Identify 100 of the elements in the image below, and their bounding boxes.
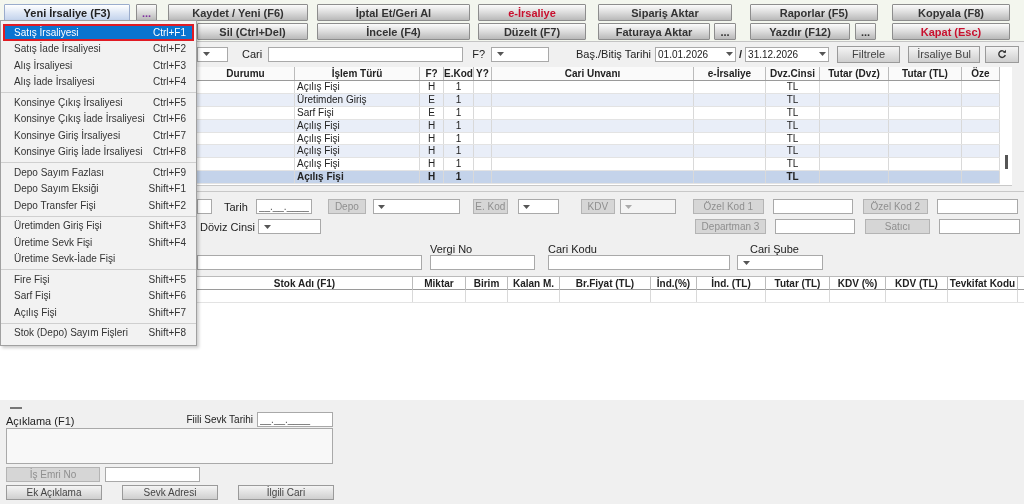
- column-header[interactable]: İşlem Türü: [295, 67, 420, 80]
- column-header[interactable]: Br.Fiyat (TL): [560, 277, 651, 290]
- table-row[interactable]: Açılış Fişi H 1 TL: [197, 171, 1000, 185]
- dropdown[interactable]: 31.12.2026: [745, 46, 830, 62]
- toolbar-button[interactable]: İncele (F4): [317, 23, 470, 40]
- filter-button[interactable]: Filtrele: [837, 45, 901, 63]
- menu-item[interactable]: Açılış Fişi Shift+F7: [3, 304, 194, 321]
- table-cell: H: [420, 81, 444, 93]
- input-field[interactable]: [548, 255, 730, 270]
- dropdown[interactable]: [258, 219, 321, 234]
- footer-button[interactable]: İlgili Cari: [238, 485, 334, 500]
- column-header[interactable]: İnd. (TL): [697, 277, 766, 290]
- toolbar-button[interactable]: Sil (Ctrl+Del): [197, 23, 308, 40]
- input-field[interactable]: [197, 255, 422, 270]
- toolbar-button[interactable]: Raporlar (F5): [750, 4, 878, 21]
- table-cell: TL: [766, 81, 820, 93]
- table-cell: E: [420, 106, 444, 119]
- table-cell: 1: [444, 81, 474, 93]
- column-header[interactable]: F?: [420, 67, 444, 80]
- input-field[interactable]: [775, 219, 855, 234]
- menu-item[interactable]: Alış İade İrsaliyesi Ctrl+F4: [3, 73, 194, 90]
- input-field[interactable]: [772, 199, 853, 214]
- menu-item[interactable]: Fire Fişi Shift+F5: [3, 271, 194, 288]
- table-cell: Açılış Fişi: [295, 171, 420, 184]
- menu-item[interactable]: Depo Transfer Fişi Shift+F2: [3, 197, 194, 214]
- menu-item[interactable]: Alış İrsaliyesi Ctrl+F3: [3, 57, 194, 74]
- date-field[interactable]: __.__.____: [255, 199, 312, 214]
- menu-item[interactable]: Stok (Depo) Sayım Fişleri Shift+F8: [3, 324, 194, 341]
- dropdown[interactable]: [197, 46, 228, 62]
- column-header[interactable]: KDV (%): [830, 277, 886, 290]
- column-header[interactable]: Dvz.Cinsi: [766, 67, 820, 80]
- field-label: Fiili Sevk Tarihi: [186, 414, 253, 425]
- menu-item[interactable]: Sarf Fişi Shift+F6: [3, 287, 194, 304]
- note-field[interactable]: [6, 428, 333, 464]
- menu-item[interactable]: Üretime Sevk-İade Fişi: [3, 250, 194, 267]
- column-header[interactable]: Miktar: [413, 277, 466, 290]
- field-label: Cari: [242, 48, 263, 60]
- footer-button[interactable]: Sevk Adresi: [122, 485, 218, 500]
- table-cell: 1: [444, 171, 474, 184]
- column-header[interactable]: Tutar (TL): [766, 277, 830, 290]
- menu-item[interactable]: Konsinye Giriş İrsaliyesi Ctrl+F7: [3, 127, 194, 144]
- menu-item[interactable]: Depo Sayım Eksiği Shift+F1: [3, 180, 194, 197]
- input-field[interactable]: [105, 467, 200, 482]
- column-header[interactable]: Cari Unvanı: [492, 67, 694, 80]
- toolbar-button[interactable]: İptal Et/Geri Al: [317, 4, 470, 21]
- toolbar-button[interactable]: Kapat (Esc): [892, 23, 1010, 40]
- input-field[interactable]: [936, 199, 1018, 214]
- refresh-button[interactable]: [985, 45, 1020, 63]
- toolbar-button[interactable]: ...: [855, 23, 876, 40]
- dropdown[interactable]: [491, 46, 549, 62]
- dropdown[interactable]: [372, 199, 460, 214]
- column-header[interactable]: E.Kod: [444, 67, 474, 80]
- column-header[interactable]: KDV (TL): [886, 277, 948, 290]
- footer-button[interactable]: Ek Açıklama: [6, 485, 102, 500]
- toolbar-button[interactable]: e-İrsaliye: [478, 4, 586, 21]
- table-cell: TL: [766, 106, 820, 119]
- table-cell: Açılış Fişi: [295, 158, 420, 171]
- menu-item[interactable]: Depo Sayım Fazlası Ctrl+F9: [3, 164, 194, 181]
- toolbar-button[interactable]: Düzelt (F7): [478, 23, 586, 40]
- table-cell: Üretimden Giriş: [295, 93, 420, 106]
- dropdown[interactable]: 01.01.2026: [655, 46, 736, 62]
- menu-item[interactable]: Üretime Sevk Fişi Shift+F4: [3, 234, 194, 251]
- column-header[interactable]: Tevkifat Kodu: [948, 277, 1018, 290]
- toolbar-button[interactable]: ...: [714, 23, 736, 40]
- toolbar-button[interactable]: Yazdır (F12): [750, 23, 850, 40]
- column-header[interactable]: İnd.(%): [651, 277, 697, 290]
- table-row[interactable]: Açılış Fişi H 1 TL: [197, 145, 1000, 159]
- table-cell: 1: [444, 93, 474, 106]
- menu-item[interactable]: Üretimden Giriş Fişi Shift+F3: [3, 217, 194, 234]
- toolbar-button[interactable]: Sipariş Aktar: [598, 4, 732, 21]
- column-header[interactable]: Kalan M.: [508, 277, 560, 290]
- column-header[interactable]: Tutar (Dvz): [820, 67, 889, 80]
- dropdown[interactable]: [517, 199, 559, 214]
- scrollbar-thumb[interactable]: [1005, 155, 1008, 169]
- toolbar-button[interactable]: Faturaya Aktar: [598, 23, 710, 40]
- table-cell: Açılış Fişi: [295, 81, 420, 93]
- menu-item[interactable]: Satış İade İrsaliyesi Ctrl+F2: [3, 40, 194, 57]
- table-row[interactable]: Açılış Fişi H 1 TL: [197, 81, 1000, 94]
- menu-item[interactable]: Konsinye Çıkış İrsaliyesi Ctrl+F5: [3, 94, 194, 111]
- toolbar-button[interactable]: Kopyala (F8): [892, 4, 1010, 21]
- dropdown[interactable]: [737, 255, 823, 270]
- input-field[interactable]: [430, 255, 535, 270]
- column-header[interactable]: Y?: [474, 67, 492, 80]
- table-row[interactable]: Açılış Fişi H 1 TL: [197, 158, 1000, 172]
- column-header[interactable]: Birim: [466, 277, 508, 290]
- table-cell: H: [420, 119, 444, 132]
- date-field[interactable]: __.__.____: [257, 412, 333, 427]
- input-field[interactable]: [197, 199, 212, 214]
- field-label: Cari Şube: [750, 243, 800, 255]
- filter-button[interactable]: İrsaliye Bul: [908, 45, 981, 63]
- menu-item[interactable]: Konsinye Çıkış İade İrsaliyesi Ctrl+F6: [3, 110, 194, 127]
- menu-item[interactable]: Satış İrsaliyesi Ctrl+F1: [3, 24, 194, 41]
- table-cell: TL: [766, 132, 820, 145]
- input-field[interactable]: [939, 219, 1020, 234]
- column-header[interactable]: Tutar (TL): [889, 67, 962, 80]
- column-header[interactable]: e-İrsaliye: [694, 67, 766, 80]
- input-field[interactable]: [268, 46, 464, 62]
- field-label: Tarih: [224, 200, 248, 213]
- toolbar-button[interactable]: Kaydet / Yeni (F6): [168, 4, 308, 21]
- menu-item[interactable]: Konsinye Giriş İade İrsaliyesi Ctrl+F8: [3, 143, 194, 160]
